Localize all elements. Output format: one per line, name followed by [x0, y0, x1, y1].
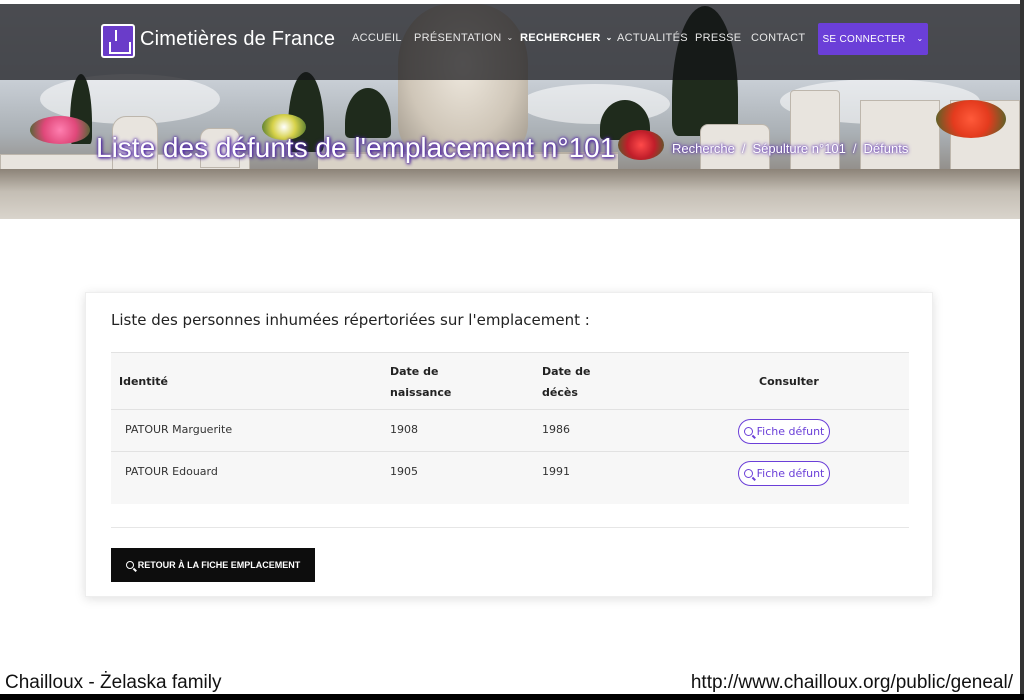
- magnifier-icon: [743, 427, 753, 436]
- cell-birth: 1905: [390, 465, 418, 478]
- column-header-death-line2: décès: [542, 386, 578, 399]
- chevron-down-icon: ⌄: [916, 33, 924, 43]
- burial-table: Identité Date de naissance Date de décès…: [111, 352, 909, 504]
- nav-presentation[interactable]: PRÉSENTATION ⌄: [414, 32, 514, 44]
- nav-actualites[interactable]: ACTUALITÉS: [617, 32, 688, 44]
- card-divider: [111, 527, 909, 528]
- column-header-identity: Identité: [119, 375, 169, 388]
- page-title: Liste des défunts de l'emplacement n°101: [96, 132, 616, 163]
- fiche-defunt-button[interactable]: Fiche défunt: [738, 461, 830, 486]
- column-header-birth-line2: naissance: [390, 386, 452, 399]
- cell-birth: 1908: [390, 423, 418, 436]
- watermark-right: http://www.chailloux.org/public/geneal/: [690, 672, 1013, 693]
- table-row: PATOUR Edouard 1905 1991 Fiche défunt: [111, 452, 909, 494]
- column-header-death-line1: Date de: [542, 365, 591, 378]
- cell-death: 1991: [542, 465, 570, 478]
- chevron-down-icon: ⌄: [506, 33, 514, 42]
- chevron-down-icon: ⌄: [605, 33, 613, 42]
- breadcrumb: Recherche / Sépulture n°101 / Défunts: [672, 141, 908, 156]
- column-header-birth-line1: Date de: [390, 365, 439, 378]
- nav-rechercher[interactable]: RECHERCHER ⌄: [520, 32, 613, 44]
- fiche-defunt-label: Fiche défunt: [756, 425, 825, 438]
- breadcrumb-recherche[interactable]: Recherche: [672, 141, 735, 156]
- connect-button[interactable]: SE CONNECTER ⌄: [818, 23, 928, 55]
- nav-presse[interactable]: PRESSE: [695, 32, 741, 44]
- cell-identity: PATOUR Edouard: [125, 465, 218, 478]
- top-navbar: Cimetières de France ACCUEIL PRÉSENTATIO…: [0, 4, 1020, 80]
- column-header-death: Date de décès: [542, 361, 590, 403]
- card-title: Liste des personnes inhumées répertoriée…: [111, 311, 590, 329]
- window-border-bottom: [0, 694, 1024, 700]
- flower-bouquet: [936, 100, 1006, 138]
- hero-banner: Cimetières de France ACCUEIL PRÉSENTATIO…: [0, 4, 1020, 219]
- back-to-location-button[interactable]: RETOUR À LA FICHE EMPLACEMENT: [111, 548, 315, 582]
- watermark-left: Chailloux - Żelaska family: [5, 672, 222, 693]
- fiche-defunt-button[interactable]: Fiche défunt: [738, 419, 830, 444]
- cell-identity: PATOUR Marguerite: [125, 423, 233, 436]
- cypress-tree: [345, 88, 391, 138]
- column-header-consult: Consulter: [759, 375, 819, 388]
- magnifier-icon: [743, 469, 753, 478]
- ground: [0, 169, 1020, 219]
- breadcrumb-separator: /: [741, 141, 746, 156]
- column-header-birth: Date de naissance: [390, 361, 451, 403]
- breadcrumb-defunts: Défunts: [863, 141, 909, 156]
- window-border-right: [1020, 0, 1024, 700]
- breadcrumb-sepulture[interactable]: Sépulture n°101: [753, 141, 846, 156]
- magnifier-icon: [125, 561, 134, 569]
- cemetery-logo-icon[interactable]: [101, 24, 135, 58]
- flower-bouquet: [618, 130, 664, 160]
- flower-bouquet: [30, 116, 90, 144]
- connect-label: SE CONNECTER: [822, 33, 906, 45]
- burial-list-card: Liste des personnes inhumées répertoriée…: [85, 292, 933, 597]
- brand-name[interactable]: Cimetières de France: [140, 28, 335, 51]
- fiche-defunt-label: Fiche défunt: [756, 467, 825, 480]
- table-header: Identité Date de naissance Date de décès…: [111, 352, 909, 410]
- nav-contact[interactable]: CONTACT: [751, 32, 805, 44]
- nav-accueil[interactable]: ACCUEIL: [352, 32, 402, 44]
- table-row: PATOUR Marguerite 1908 1986 Fiche défunt: [111, 410, 909, 452]
- breadcrumb-separator: /: [852, 141, 857, 156]
- headstone: [860, 100, 940, 180]
- back-button-label: RETOUR À LA FICHE EMPLACEMENT: [137, 560, 301, 570]
- cell-death: 1986: [542, 423, 570, 436]
